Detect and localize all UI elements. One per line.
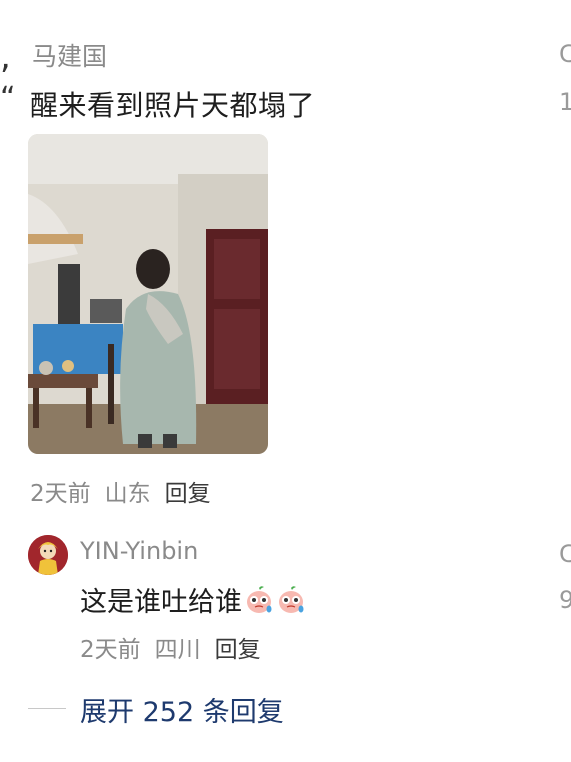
reply-username[interactable]: YIN-Yinbin: [80, 537, 198, 565]
avatar-cartoon-icon: [28, 535, 68, 575]
edge-quote-glyph: “: [0, 81, 16, 116]
reply-comment: 这是谁吐给谁: [80, 580, 306, 619]
reply-location: 四川: [154, 637, 201, 663]
comment-time: 2天前: [30, 481, 91, 507]
crying-peach-icon: [279, 585, 304, 613]
reply-like-icon-cut[interactable]: C: [559, 540, 571, 568]
like-count-cut: 1: [559, 88, 571, 116]
reply-time: 2天前: [80, 637, 141, 663]
reply-text: 这是谁吐给谁: [80, 587, 242, 618]
like-icon-cut[interactable]: C: [559, 40, 571, 68]
expand-divider: [28, 708, 66, 709]
comment-photo[interactable]: [28, 134, 268, 454]
comment-location: 山东: [104, 481, 151, 507]
edge-comma-glyph: ,: [0, 37, 11, 77]
crying-peach-icon: [247, 585, 272, 613]
reply-like-count-cut: 9: [559, 586, 571, 614]
avatar[interactable]: [28, 535, 68, 575]
comment-username[interactable]: 马建国: [32, 37, 107, 73]
comment-text: 醒来看到照片天都塌了: [30, 89, 316, 122]
reply-reply-button[interactable]: 回复: [215, 637, 261, 663]
reply-meta: 2天前 四川 回复: [80, 630, 261, 664]
comment-reply-button[interactable]: 回复: [165, 481, 211, 507]
comment-meta: 2天前 山东 回复: [30, 474, 211, 508]
expand-replies-button[interactable]: 展开 252 条回复: [80, 690, 284, 729]
photo-illustration: [28, 134, 268, 454]
